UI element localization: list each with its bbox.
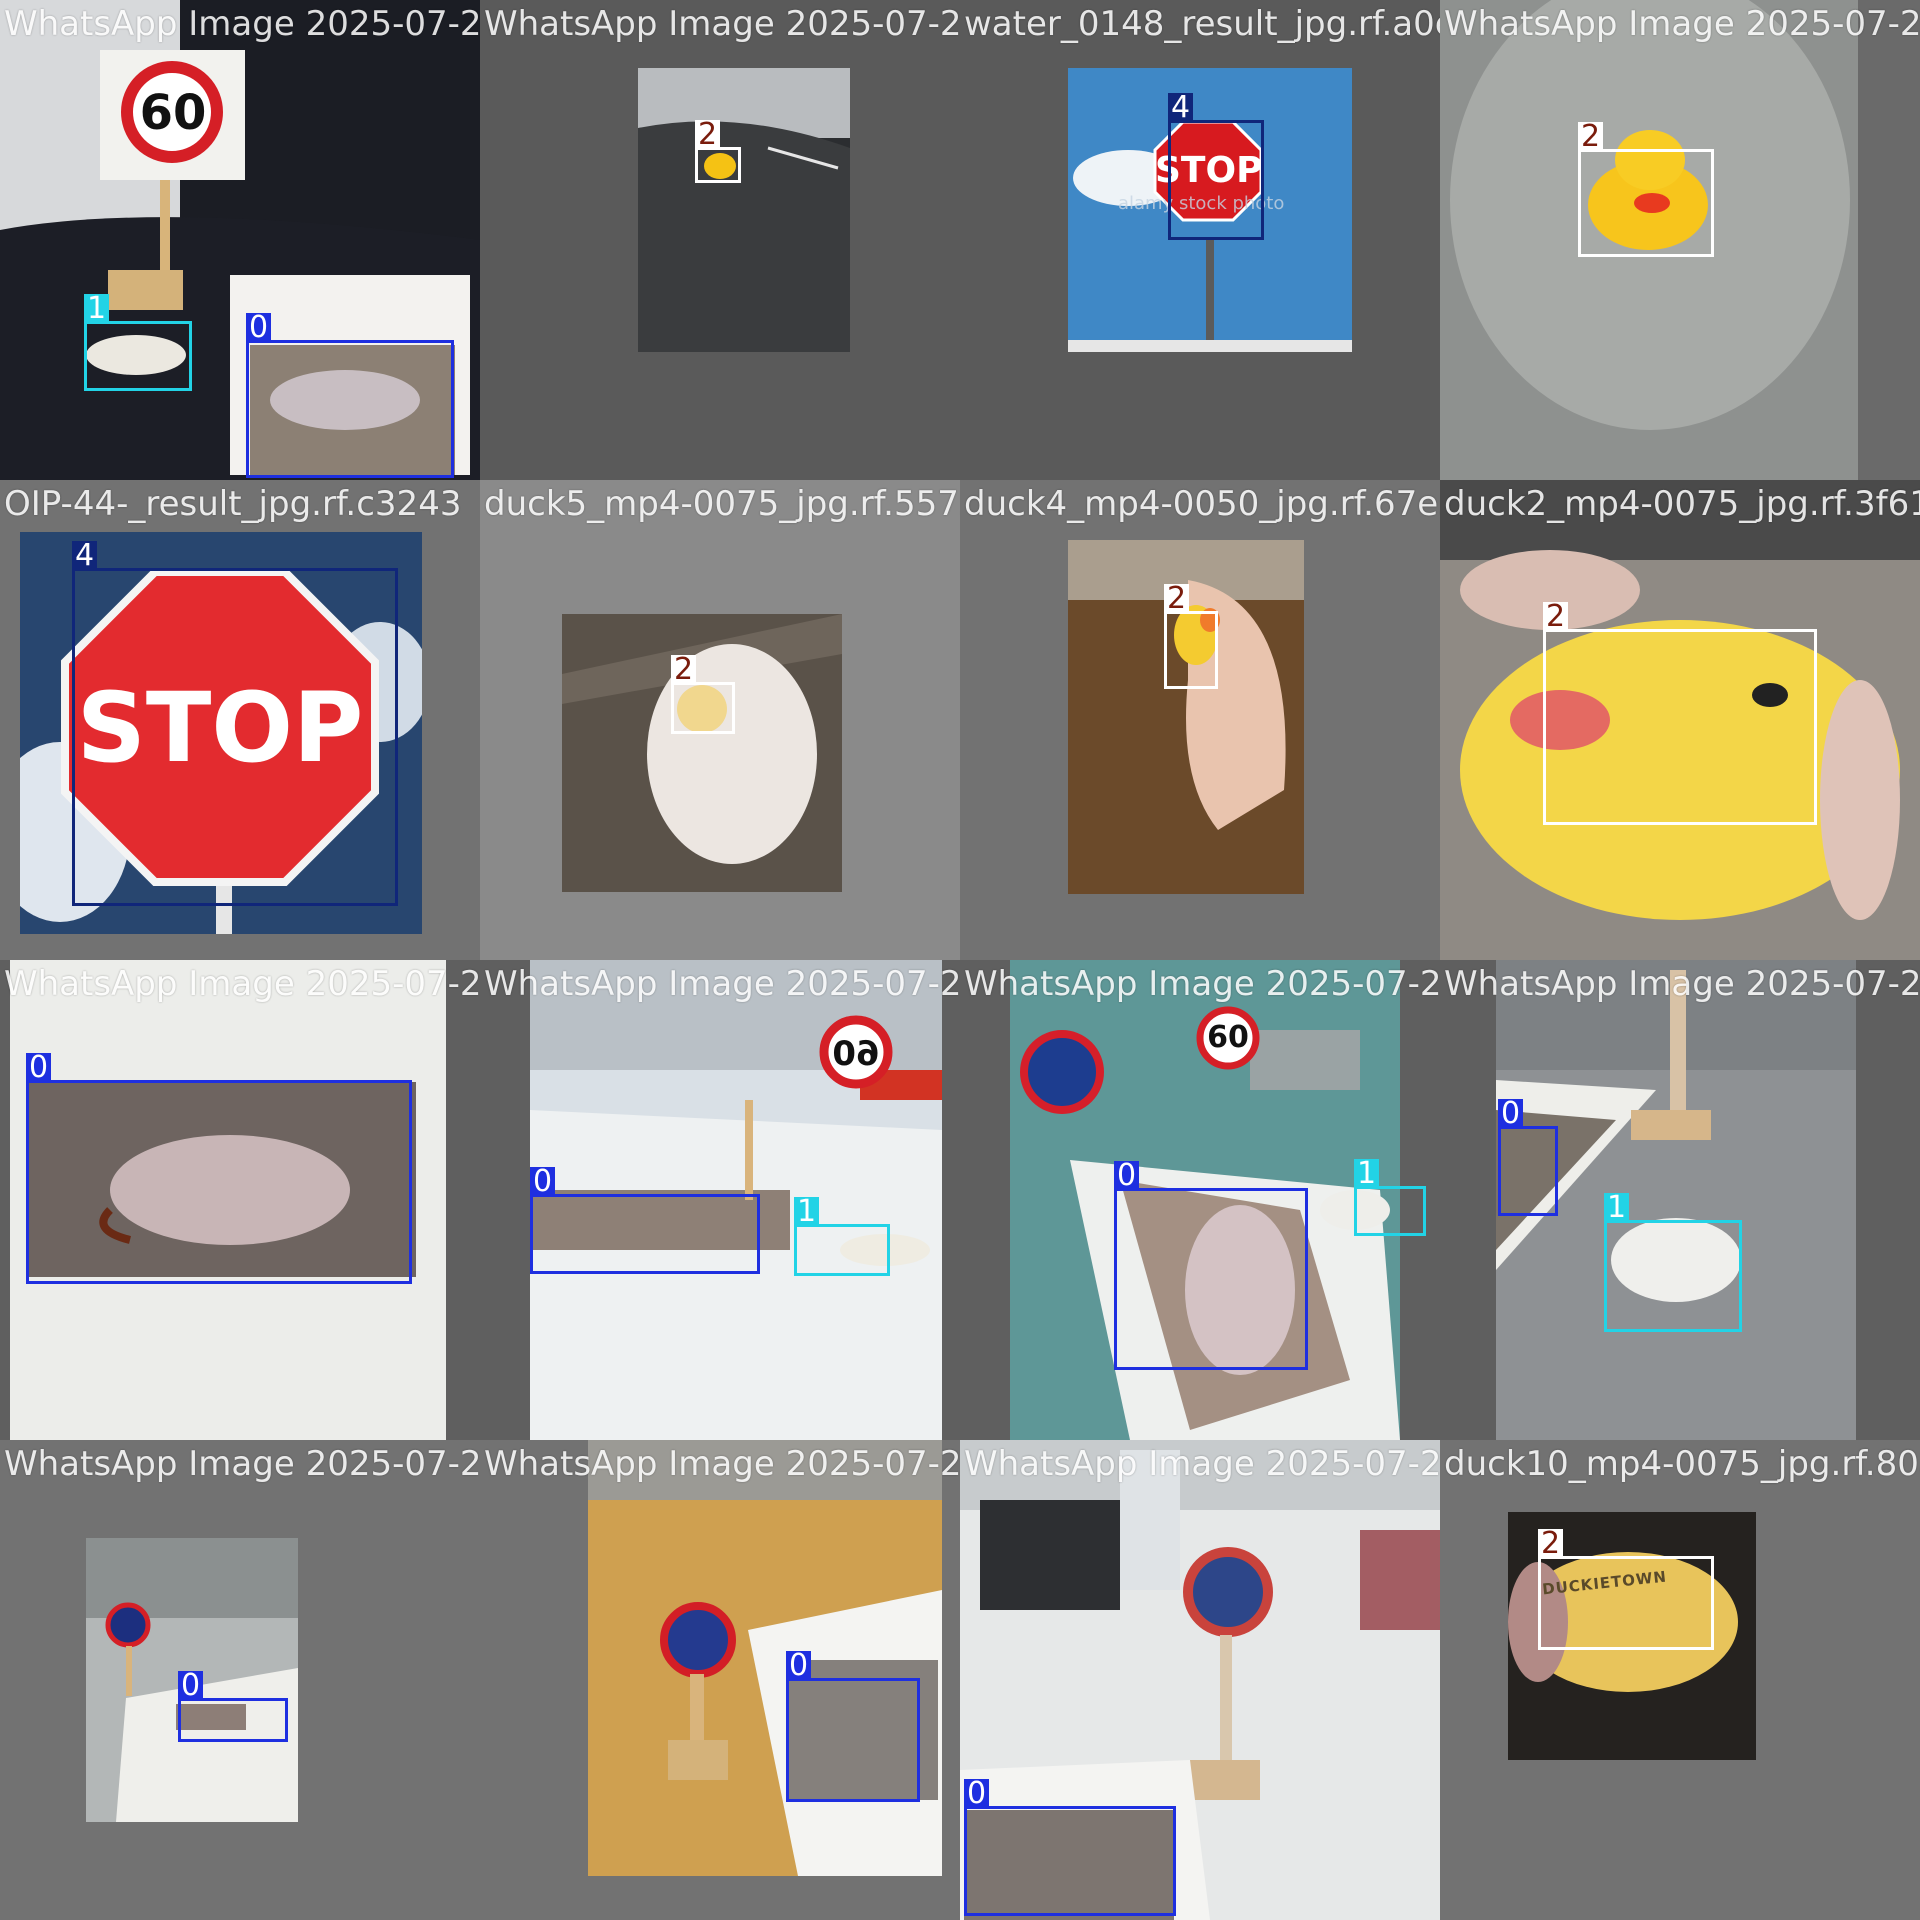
bbox-label: 0 bbox=[964, 1779, 990, 1809]
bbox: 0 bbox=[1114, 1161, 1308, 1370]
photo-scene bbox=[562, 614, 842, 892]
tile-title: duck10_mp4-0075_jpg.rf.80a60 bbox=[1444, 1444, 1920, 1484]
tile-7: 2 duck2_mp4-0075_jpg.rf.3f61d4 bbox=[1440, 480, 1920, 960]
tile-8: 0 WhatsApp Image 2025-07-25 at 10.58.18 … bbox=[0, 960, 480, 1440]
tile-15: DUCKIETOWN 2 duck10_mp4-0075_jpg.rf.80a6… bbox=[1440, 1440, 1920, 1920]
bbox-label: 0 bbox=[246, 313, 272, 343]
bbox: 0 bbox=[26, 1053, 412, 1284]
bbox: 4 bbox=[72, 541, 398, 906]
speed-limit-number: 60 bbox=[832, 1034, 880, 1074]
bbox: 2 bbox=[695, 120, 741, 183]
mosaic-grid: 60 1 0 WhatsApp Image 2025-07-25 at 10.5… bbox=[0, 0, 1920, 1920]
tile-13: 0 WhatsApp Image 2025-07-25 at 10.58.21 … bbox=[480, 1440, 960, 1920]
tile-0: 60 1 0 WhatsApp Image 2025-07-25 at 10.5… bbox=[0, 0, 480, 480]
bbox-label: 1 bbox=[84, 294, 110, 324]
bbox: 4 bbox=[1168, 93, 1264, 240]
tile-4: STOP 4 OIP-44-_result_jpg.rf.c3243 bbox=[0, 480, 480, 960]
bbox: 1 bbox=[794, 1197, 890, 1276]
bbox-label: 2 bbox=[1538, 1529, 1564, 1559]
bbox-label: 0 bbox=[26, 1053, 52, 1083]
tile-title: duck4_mp4-0050_jpg.rf.67e56 bbox=[964, 484, 1440, 524]
bbox: 1 bbox=[1604, 1193, 1742, 1332]
bbox: 0 bbox=[786, 1651, 920, 1802]
bbox: 1 bbox=[84, 294, 192, 391]
bbox: 0 bbox=[964, 1779, 1176, 1916]
bbox: 0 bbox=[178, 1671, 288, 1742]
bbox-label: 1 bbox=[794, 1197, 820, 1227]
bbox-label: 2 bbox=[1578, 122, 1604, 152]
tile-photo bbox=[588, 1440, 942, 1876]
tile-9: 60 0 1 WhatsApp Image 2025-07-25 at 10.5… bbox=[480, 960, 960, 1440]
tile-photo bbox=[638, 68, 850, 352]
bbox-label: 0 bbox=[178, 1671, 204, 1701]
tile-6: 2 duck4_mp4-0050_jpg.rf.67e56 bbox=[960, 480, 1440, 960]
bbox-label: 2 bbox=[1164, 584, 1190, 614]
bbox-label: 1 bbox=[1604, 1193, 1630, 1223]
bbox: 0 bbox=[246, 313, 454, 478]
bbox-label: 4 bbox=[72, 541, 98, 571]
bbox: 2 bbox=[1164, 584, 1218, 689]
tile-5: 2 duck5_mp4-0075_jpg.rf.5573 bbox=[480, 480, 960, 960]
tile-1: 2 WhatsApp Image 2025-07-25 at 10.58.21 … bbox=[480, 0, 960, 480]
tile-14: 0 WhatsApp Image 2025-07-25 at 10.58.57 … bbox=[960, 1440, 1440, 1920]
bbox-label: 2 bbox=[1543, 602, 1569, 632]
bbox-label: 0 bbox=[1114, 1161, 1140, 1191]
tile-title: WhatsApp Image 2025-07-25 at 10.58.20 AM bbox=[4, 1444, 480, 1484]
bbox: 0 bbox=[530, 1167, 760, 1274]
bbox-label: 0 bbox=[786, 1651, 812, 1681]
tile-title: duck5_mp4-0075_jpg.rf.5573 bbox=[484, 484, 960, 524]
tile-11: 0 1 WhatsApp Image 2025-07-25 at 10.59.0… bbox=[1440, 960, 1920, 1440]
bbox-label: 1 bbox=[1354, 1159, 1380, 1189]
bbox-label: 2 bbox=[671, 655, 697, 685]
tile-2: STOP alamy stock photo 4 water_0148_resu… bbox=[960, 0, 1440, 480]
bbox-label: 4 bbox=[1168, 93, 1194, 123]
bbox: 2 bbox=[1578, 122, 1714, 257]
tile-title: WhatsApp Image 2025-07-25 at 10.58.21 AM bbox=[484, 4, 960, 44]
speed-limit-number: 60 bbox=[1207, 1020, 1249, 1055]
bbox-label: 0 bbox=[530, 1167, 556, 1197]
photo-scene bbox=[638, 68, 850, 352]
bbox: 2 bbox=[1538, 1529, 1714, 1650]
bbox: 2 bbox=[1543, 602, 1817, 825]
tile-title: OIP-44-_result_jpg.rf.c3243 bbox=[4, 484, 462, 524]
tile-10: 60 0 1 WhatsApp Image 2025-07-25 at 10.5… bbox=[960, 960, 1440, 1440]
photo-scene bbox=[588, 1440, 942, 1876]
bbox-label: 0 bbox=[1498, 1099, 1524, 1129]
tile-photo bbox=[562, 614, 842, 892]
bbox: 1 bbox=[1354, 1159, 1426, 1236]
speed-limit-number: 60 bbox=[139, 85, 207, 141]
bbox: 0 bbox=[1498, 1099, 1558, 1216]
tile-3: 2 WhatsApp Image 2025-07-25 at 10.58.21 … bbox=[1440, 0, 1920, 480]
bbox-label: 2 bbox=[695, 120, 721, 150]
tile-12: 0 WhatsApp Image 2025-07-25 at 10.58.20 … bbox=[0, 1440, 480, 1920]
bbox: 2 bbox=[671, 655, 735, 734]
tile-title: water_0148_result_jpg.rf.a0e bbox=[964, 4, 1440, 44]
